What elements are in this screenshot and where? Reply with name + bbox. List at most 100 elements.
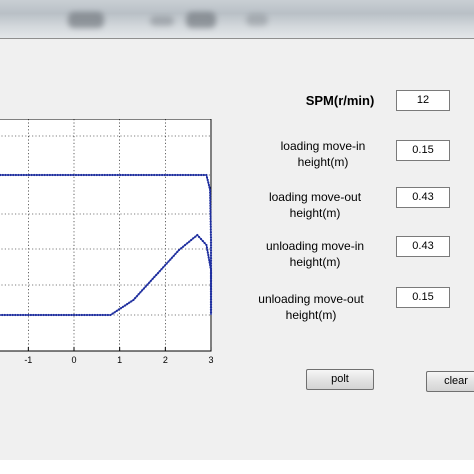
- series-point: [206, 178, 209, 182]
- series-point: [101, 313, 104, 317]
- unloading-move-in-input[interactable]: 0.43: [396, 236, 450, 257]
- series-point: [85, 313, 89, 317]
- series-point: [167, 260, 170, 263]
- titlebar-blur: [150, 16, 174, 26]
- series-point: [209, 263, 212, 267]
- series-point: [55, 313, 58, 317]
- series-point: [206, 248, 209, 252]
- series-point: [205, 176, 209, 179]
- series-point: [209, 220, 212, 223]
- series-point: [209, 284, 213, 287]
- series-point: [209, 212, 212, 215]
- series-point: [142, 287, 145, 290]
- series-point: [209, 274, 213, 277]
- series-point: [14, 313, 17, 317]
- series-point: [54, 173, 57, 177]
- titlebar-blur: [186, 12, 216, 28]
- window-titlebar: [0, 0, 474, 38]
- series-point: [172, 254, 175, 257]
- series-point: [80, 313, 83, 317]
- series-point: [207, 256, 210, 259]
- series-point: [168, 173, 171, 177]
- plot-button[interactable]: polt: [306, 369, 374, 390]
- series-point: [32, 313, 35, 317]
- series-point: [72, 313, 76, 317]
- series-point: [82, 173, 85, 177]
- series-point: [209, 196, 212, 199]
- series-point: [144, 285, 147, 288]
- series-point: [95, 173, 98, 177]
- unloading-move-out-input[interactable]: 0.15: [396, 287, 450, 308]
- series-point: [174, 173, 177, 177]
- series-point: [85, 173, 88, 177]
- series-point: [99, 313, 102, 317]
- clear-button[interactable]: clear: [426, 371, 474, 392]
- series-point: [140, 173, 143, 177]
- series-point: [208, 261, 211, 264]
- series-point: [155, 273, 158, 277]
- series-point: [132, 298, 135, 302]
- series-point: [207, 181, 210, 184]
- series-point: [74, 173, 78, 177]
- series-point: [59, 173, 62, 177]
- series-point: [189, 173, 192, 177]
- series-point: [209, 257, 213, 260]
- series-point: [121, 305, 125, 308]
- spm-input[interactable]: 12: [396, 90, 450, 111]
- x-tick-label: 3: [208, 355, 213, 365]
- bottom-strip: [0, 460, 474, 474]
- series-point: [209, 194, 212, 197]
- series-point: [109, 313, 112, 317]
- series-point: [25, 173, 28, 177]
- series-point: [209, 300, 213, 303]
- loading-move-out-input[interactable]: 0.43: [396, 187, 450, 208]
- series-point: [209, 279, 213, 282]
- series-point: [88, 313, 91, 317]
- series-point: [40, 173, 44, 177]
- series-point: [197, 173, 200, 177]
- series-point: [192, 173, 195, 177]
- series-point: [119, 173, 122, 177]
- series-point: [209, 311, 213, 314]
- series-point: [87, 173, 91, 177]
- series-point: [22, 313, 25, 317]
- series-point: [60, 313, 63, 317]
- series-point: [166, 173, 169, 177]
- series-point: [207, 183, 210, 187]
- series-point: [209, 308, 213, 311]
- series-point: [176, 250, 179, 253]
- series-point: [35, 173, 38, 177]
- series-point: [80, 173, 83, 177]
- series-point: [181, 173, 184, 177]
- series-point: [34, 313, 38, 317]
- series-point: [169, 258, 172, 261]
- series-point: [160, 268, 163, 271]
- series-point: [153, 173, 156, 177]
- series-point: [196, 233, 199, 237]
- series-point: [61, 173, 64, 177]
- axes-frame: [0, 119, 212, 352]
- series-point: [209, 266, 212, 269]
- series-point: [101, 173, 104, 177]
- loading-move-out-label-1: loading move-out: [268, 190, 362, 204]
- series-point: [96, 313, 99, 317]
- series-point: [75, 313, 78, 317]
- series-point: [209, 188, 212, 192]
- series-point: [202, 173, 205, 177]
- series-point: [147, 173, 151, 177]
- series-point: [51, 173, 54, 177]
- series-point: [209, 215, 212, 218]
- series-point: [132, 173, 135, 177]
- series-point: [209, 249, 213, 252]
- series-point: [179, 173, 182, 177]
- series-point: [209, 217, 212, 220]
- series-point: [209, 191, 212, 194]
- loading-move-in-input[interactable]: 0.15: [396, 140, 450, 161]
- series-point: [177, 248, 181, 252]
- series-point: [163, 173, 166, 177]
- series-point: [171, 173, 174, 177]
- series-point: [77, 173, 80, 177]
- series-point: [162, 266, 165, 269]
- series-point: [199, 237, 203, 241]
- series-point: [50, 313, 53, 317]
